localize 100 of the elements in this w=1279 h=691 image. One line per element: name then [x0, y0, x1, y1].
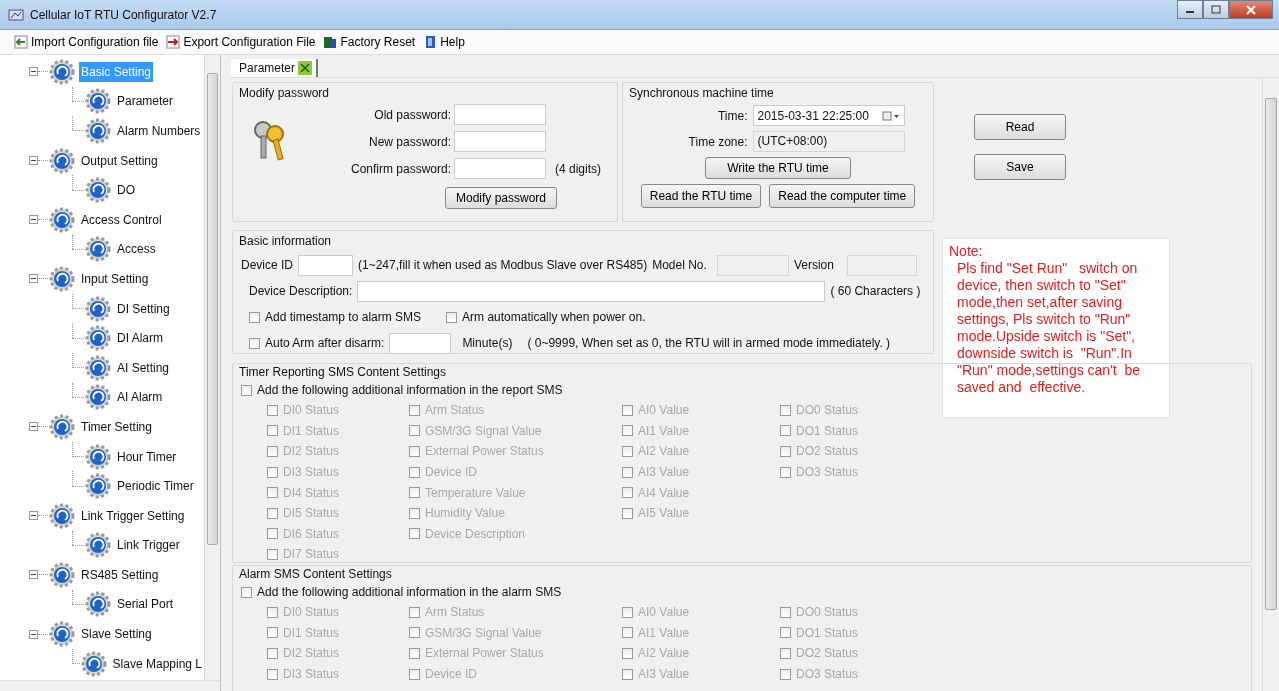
checkbox-label: DI1 Status [283, 423, 340, 438]
action-button[interactable]: Read [974, 114, 1066, 140]
collapse-icon[interactable] [29, 215, 38, 225]
checkbox[interactable] [241, 384, 252, 396]
group-title: Timer Reporting SMS Content Settings [239, 365, 446, 379]
checkbox[interactable] [249, 337, 260, 349]
tree-item[interactable]: Slave Mapping L [110, 653, 204, 674]
time-zone-field: (UTC+08:00) [752, 131, 905, 152]
field-label: Model No. [652, 258, 707, 272]
minimize-button[interactable] [1177, 0, 1203, 19]
group-title: Modify password [239, 86, 331, 100]
tree-item[interactable]: Link Trigger Setting [79, 505, 187, 526]
collapse-icon[interactable] [29, 274, 38, 284]
checkbox-label: DI2 Status [283, 646, 340, 661]
tree-item[interactable]: AI Setting [115, 357, 172, 378]
tree-item[interactable]: Input Setting [79, 268, 151, 289]
tree-item[interactable]: Alarm Numbers [115, 121, 203, 141]
toolbar-button[interactable]: Export Configuration File [166, 35, 316, 49]
checkbox-label: DO1 Status [796, 625, 859, 640]
tree-item[interactable]: Hour Timer [115, 446, 179, 467]
tree-item[interactable]: Timer Setting [79, 416, 154, 437]
checkbox-label: Arm Status [425, 403, 485, 418]
collapse-icon[interactable] [29, 422, 38, 432]
toolbar-button[interactable]: Import Configuration file [14, 35, 159, 49]
action-button[interactable]: Save [974, 154, 1066, 180]
tree-item[interactable]: DI Setting [115, 298, 172, 319]
checkbox-label: DO3 Status [796, 465, 859, 480]
gear-icon [84, 383, 112, 412]
checkbox[interactable] [249, 311, 260, 323]
tree-item[interactable]: Access [115, 239, 158, 260]
read-time-button[interactable]: Read the RTU time [640, 184, 762, 208]
gear-icon [48, 146, 76, 175]
tree-item[interactable]: Periodic Timer [115, 476, 196, 497]
checkbox-label: DI3 Status [283, 465, 340, 480]
scrollbar[interactable] [204, 55, 220, 681]
modify-password-button[interactable]: Modify password [445, 187, 558, 209]
close-button[interactable] [1229, 0, 1273, 19]
password-field[interactable] [454, 131, 546, 152]
close-icon [1245, 4, 1257, 15]
tree-item[interactable]: RS485 Setting [79, 564, 161, 585]
field-label: Device ID [241, 258, 293, 272]
toolbar-button[interactable]: Factory Reset [323, 35, 416, 49]
collapse-icon[interactable] [29, 511, 38, 521]
read-time-button[interactable]: Read the computer time [769, 184, 916, 208]
gear-icon [84, 176, 112, 205]
group-title: Alarm SMS Content Settings [239, 567, 392, 581]
version-field [846, 254, 917, 276]
tree-item[interactable]: Slave Setting [79, 624, 154, 645]
minutes-field[interactable] [389, 332, 452, 354]
tree-item[interactable]: Parameter [115, 91, 176, 112]
tree-item[interactable]: DI Alarm [115, 328, 165, 349]
checkbox-label: Device ID [425, 465, 477, 480]
checkbox-label: External Power Status [425, 444, 544, 459]
note-text: Pls find "Set Run" switch on device, then switch to "Set" mode,then set,after saving settings, Pls switch to "Run" mode.Upside switch is "Set", downside switch is "Run".In "Run" mode,settings can't be saved and effective. [956, 260, 1142, 396]
gear-icon [48, 620, 76, 649]
device-id-field[interactable] [298, 254, 353, 276]
checkbox-label: Auto Arm after disarm: [265, 336, 385, 350]
checkbox-label: DO3 Status [796, 667, 859, 682]
collapse-icon[interactable] [29, 156, 38, 166]
checkbox-label: DO0 Status [796, 403, 859, 418]
checkbox[interactable] [446, 311, 458, 323]
gear-icon [48, 560, 76, 589]
scrollbar[interactable] [1262, 78, 1279, 691]
tab[interactable]: Parameter [231, 59, 319, 77]
field-label: Time: [716, 108, 748, 123]
checkbox-label: AI0 Value [638, 605, 690, 620]
tree-item[interactable]: Link Trigger [115, 535, 182, 556]
tree-item[interactable]: AI Alarm [115, 387, 165, 408]
checkbox-label: DO2 Status [796, 646, 859, 661]
password-field[interactable] [454, 158, 546, 179]
tree-item[interactable]: DO [115, 180, 137, 201]
checkbox-label: Device ID [425, 667, 477, 682]
gear-icon [48, 205, 76, 234]
scrollbar[interactable] [0, 680, 220, 691]
gear-icon [84, 590, 112, 619]
write-time-button[interactable]: Write the RTU time [705, 157, 851, 179]
checkbox-label: DI1 Status [283, 625, 340, 640]
checkbox[interactable] [241, 586, 252, 598]
checkbox-label: Device Description [425, 526, 526, 541]
checkbox-label: Add the following additional information in the report SMS [257, 383, 563, 397]
collapse-icon[interactable] [29, 67, 38, 77]
tree-item[interactable]: Access Control [79, 209, 164, 230]
tree-item[interactable]: Serial Port [115, 594, 176, 615]
gear-icon [84, 531, 112, 560]
datetime-picker[interactable]: 2015-03-31 22:25:00 [752, 105, 905, 126]
checkbox-label: GSM/3G Signal Value [425, 625, 542, 640]
description-field[interactable] [357, 280, 826, 302]
tree-item[interactable]: Output Setting [79, 150, 160, 171]
group-title: Synchronous machine time [629, 86, 774, 100]
export-icon [166, 35, 181, 49]
checkbox-label: DO1 Status [796, 423, 859, 438]
toolbar-button[interactable]: Help [423, 35, 465, 49]
close-icon[interactable] [298, 61, 313, 75]
note-title: Note: [949, 243, 984, 260]
calendar-dropdown-icon [881, 110, 900, 121]
password-field[interactable] [454, 104, 546, 125]
field-label: Device Description: [249, 284, 353, 298]
app-icon [8, 7, 24, 22]
collapse-icon[interactable] [29, 629, 38, 639]
collapse-icon[interactable] [29, 570, 38, 580]
